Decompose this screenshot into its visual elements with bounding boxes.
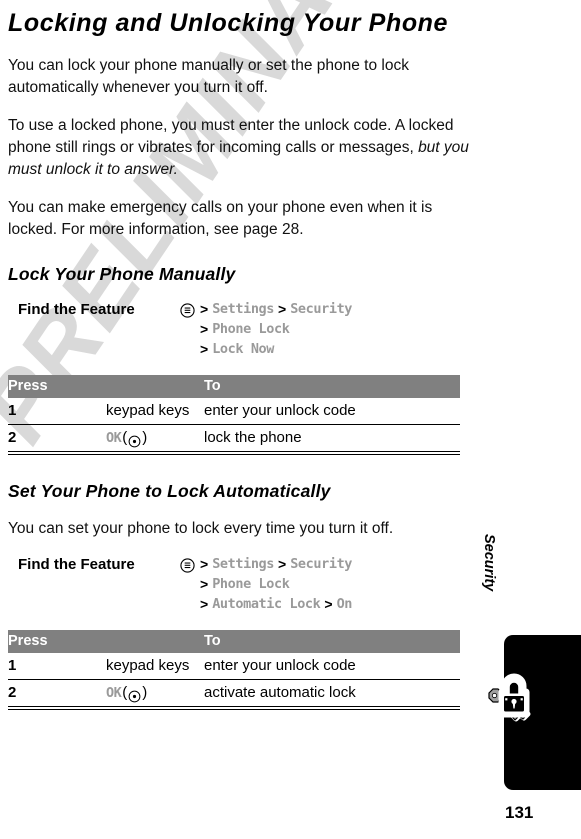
chevron-separator: > bbox=[278, 556, 287, 572]
menu-key-icon bbox=[180, 302, 195, 318]
table-bottom-rule bbox=[8, 709, 460, 713]
step-number: 2 bbox=[8, 679, 106, 707]
intro-paragraph-2-plain: To use a locked phone, you must enter th… bbox=[8, 117, 454, 156]
table-header-row: Press To bbox=[8, 375, 460, 398]
menu-path-line: > Settings > Security bbox=[180, 554, 478, 574]
column-header-press: Press bbox=[8, 630, 204, 653]
find-the-feature-block-2: Find the Feature > Settings > Security >… bbox=[8, 554, 478, 614]
ok-key-label: OK bbox=[106, 685, 122, 701]
chevron-separator: > bbox=[200, 596, 209, 612]
center-select-key-icon bbox=[128, 434, 141, 447]
intro-paragraph-1: You can lock your phone manually or set … bbox=[8, 57, 409, 96]
menu-path-line: > Lock Now bbox=[180, 339, 478, 359]
step-press: OK ( ) bbox=[106, 424, 204, 452]
menu-term-on: On bbox=[336, 596, 353, 612]
step-to: enter your unlock code bbox=[204, 398, 460, 425]
table-row: 1 keypad keys enter your unlock code bbox=[8, 653, 460, 680]
chevron-separator: > bbox=[200, 576, 209, 592]
menu-term-lock-now: Lock Now bbox=[212, 341, 275, 357]
find-the-feature-label-2: Find the Feature bbox=[18, 556, 135, 573]
paren-open: ( bbox=[122, 684, 128, 701]
menu-path-line: > Phone Lock bbox=[180, 574, 478, 594]
menu-path-line: > Phone Lock bbox=[180, 319, 478, 339]
section-heading-lock-manually: Lock Your Phone Manually bbox=[8, 264, 236, 284]
paren-close: ) bbox=[142, 684, 148, 701]
menu-term-settings: Settings bbox=[212, 556, 275, 572]
menu-term-automatic-lock: Automatic Lock bbox=[212, 596, 321, 612]
section-2-paragraph: You can set your phone to lock every tim… bbox=[8, 520, 394, 537]
table-row: 1 keypad keys enter your unlock code bbox=[8, 398, 460, 425]
chapter-label: Security bbox=[481, 534, 497, 592]
steps-table-1: Press To 1 keypad keys enter your unlock… bbox=[8, 375, 460, 452]
menu-term-security: Security bbox=[290, 556, 353, 572]
step-number: 1 bbox=[8, 653, 106, 680]
ok-key-combo: OK ( ) bbox=[106, 428, 148, 448]
find-the-feature-path-1: > Settings > Security > Phone Lock > Loc… bbox=[180, 299, 478, 359]
intro-paragraph-3: You can make emergency calls on your pho… bbox=[8, 199, 433, 238]
padlock-and-key-icon bbox=[479, 668, 541, 730]
table-header-row: Press To bbox=[8, 630, 460, 653]
manual-page: Locking and Unlocking Your Phone You can… bbox=[0, 0, 581, 839]
menu-term-security: Security bbox=[290, 301, 353, 317]
ok-key-combo: OK ( ) bbox=[106, 683, 148, 703]
page-number: 131 bbox=[505, 803, 534, 822]
column-header-to: To bbox=[204, 375, 460, 398]
paren-close: ) bbox=[142, 429, 148, 446]
center-select-key-icon bbox=[128, 689, 141, 702]
column-header-press: Press bbox=[8, 375, 204, 398]
step-press: keypad keys bbox=[106, 653, 204, 680]
step-number: 1 bbox=[8, 398, 106, 425]
ok-key-label: OK bbox=[106, 430, 122, 446]
step-number: 2 bbox=[8, 424, 106, 452]
step-press: keypad keys bbox=[106, 398, 204, 425]
chevron-separator: > bbox=[200, 321, 209, 337]
step-to: lock the phone bbox=[204, 424, 460, 452]
step-to: activate automatic lock bbox=[204, 679, 460, 707]
menu-key-icon bbox=[180, 557, 195, 573]
find-the-feature-block-1: Find the Feature > Settings > Security >… bbox=[8, 299, 478, 359]
menu-term-phone-lock: Phone Lock bbox=[212, 576, 290, 592]
chevron-separator: > bbox=[200, 341, 209, 357]
chevron-separator: > bbox=[200, 556, 209, 572]
menu-path-line: > Automatic Lock > On bbox=[180, 594, 478, 614]
content-column: Locking and Unlocking Your Phone You can… bbox=[8, 0, 478, 713]
column-header-to: To bbox=[204, 630, 460, 653]
step-to: enter your unlock code bbox=[204, 653, 460, 680]
paren-open: ( bbox=[122, 429, 128, 446]
chevron-separator: > bbox=[324, 596, 333, 612]
menu-path-line: > Settings > Security bbox=[180, 299, 478, 319]
steps-table-2: Press To 1 keypad keys enter your unlock… bbox=[8, 630, 460, 707]
intro-paragraph-2: To use a locked phone, you must enter th… bbox=[8, 115, 478, 181]
menu-term-settings: Settings bbox=[212, 301, 275, 317]
table-bottom-rule bbox=[8, 454, 460, 458]
step-press: OK ( ) bbox=[106, 679, 204, 707]
menu-term-phone-lock: Phone Lock bbox=[212, 321, 290, 337]
table-row: 2 OK ( ) bbox=[8, 679, 460, 707]
chevron-separator: > bbox=[278, 301, 287, 317]
chevron-separator: > bbox=[200, 301, 209, 317]
page-title: Locking and Unlocking Your Phone bbox=[8, 9, 449, 37]
find-the-feature-path-2: > Settings > Security > Phone Lock > Aut… bbox=[180, 554, 478, 614]
find-the-feature-label-1: Find the Feature bbox=[18, 301, 135, 318]
section-heading-lock-automatically: Set Your Phone to Lock Automatically bbox=[8, 481, 331, 501]
table-row: 2 OK ( ) bbox=[8, 424, 460, 452]
